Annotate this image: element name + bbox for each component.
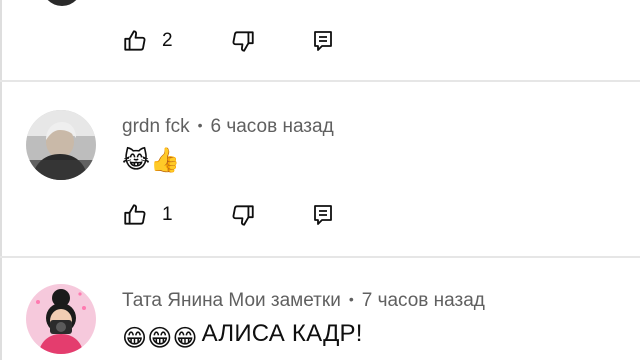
thumbs-up-icon [122,28,148,54]
like-button[interactable]: 2 [122,28,173,54]
comment-time[interactable]: 7 часов назад [362,290,485,311]
avatar[interactable] [26,284,96,354]
comment-author[interactable]: Тата Янина Мои заметки [122,290,341,311]
comment-meta: Тата Янина Мои заметки • 7 часов назад [122,290,485,312]
reply-button[interactable] [312,28,334,54]
comment-item: grdn fck • 6 часов назад 😹👍 1 [0,82,640,258]
like-count: 1 [162,204,173,225]
comment-time[interactable]: 6 часов назад [211,116,334,137]
reply-comment-icon [312,203,334,227]
comment-item: Тата Янина Мои заметки • 7 часов назад 😁😁😁… [0,258,640,360]
comment-text: 😹👍 [122,147,181,174]
avatar[interactable] [26,110,96,180]
comment-text-words: АЛИСА КАДР! [201,320,363,347]
thumbs-down-icon [230,28,256,54]
comment-text: 😁😁😁 АЛИСА КАДР! [122,320,363,353]
like-button[interactable]: 1 [122,202,173,228]
comments-list: 2 grdn fck • 6 часов назад 😹👍 1 Тата Яни… [0,0,640,360]
dislike-button[interactable] [230,202,256,228]
meta-separator: • [348,291,354,307]
comment-meta: grdn fck • 6 часов назад [122,116,334,138]
like-count: 2 [162,30,173,51]
thumbs-up-icon [122,202,148,228]
comment-emoji: 😁😁😁 [122,325,198,352]
comment-author[interactable]: grdn fck [122,116,190,137]
dislike-button[interactable] [230,28,256,54]
reply-comment-icon [312,29,334,53]
meta-separator: • [197,117,203,133]
comment-item: 2 [0,0,640,80]
reply-button[interactable] [312,202,334,228]
thumbs-down-icon [230,202,256,228]
